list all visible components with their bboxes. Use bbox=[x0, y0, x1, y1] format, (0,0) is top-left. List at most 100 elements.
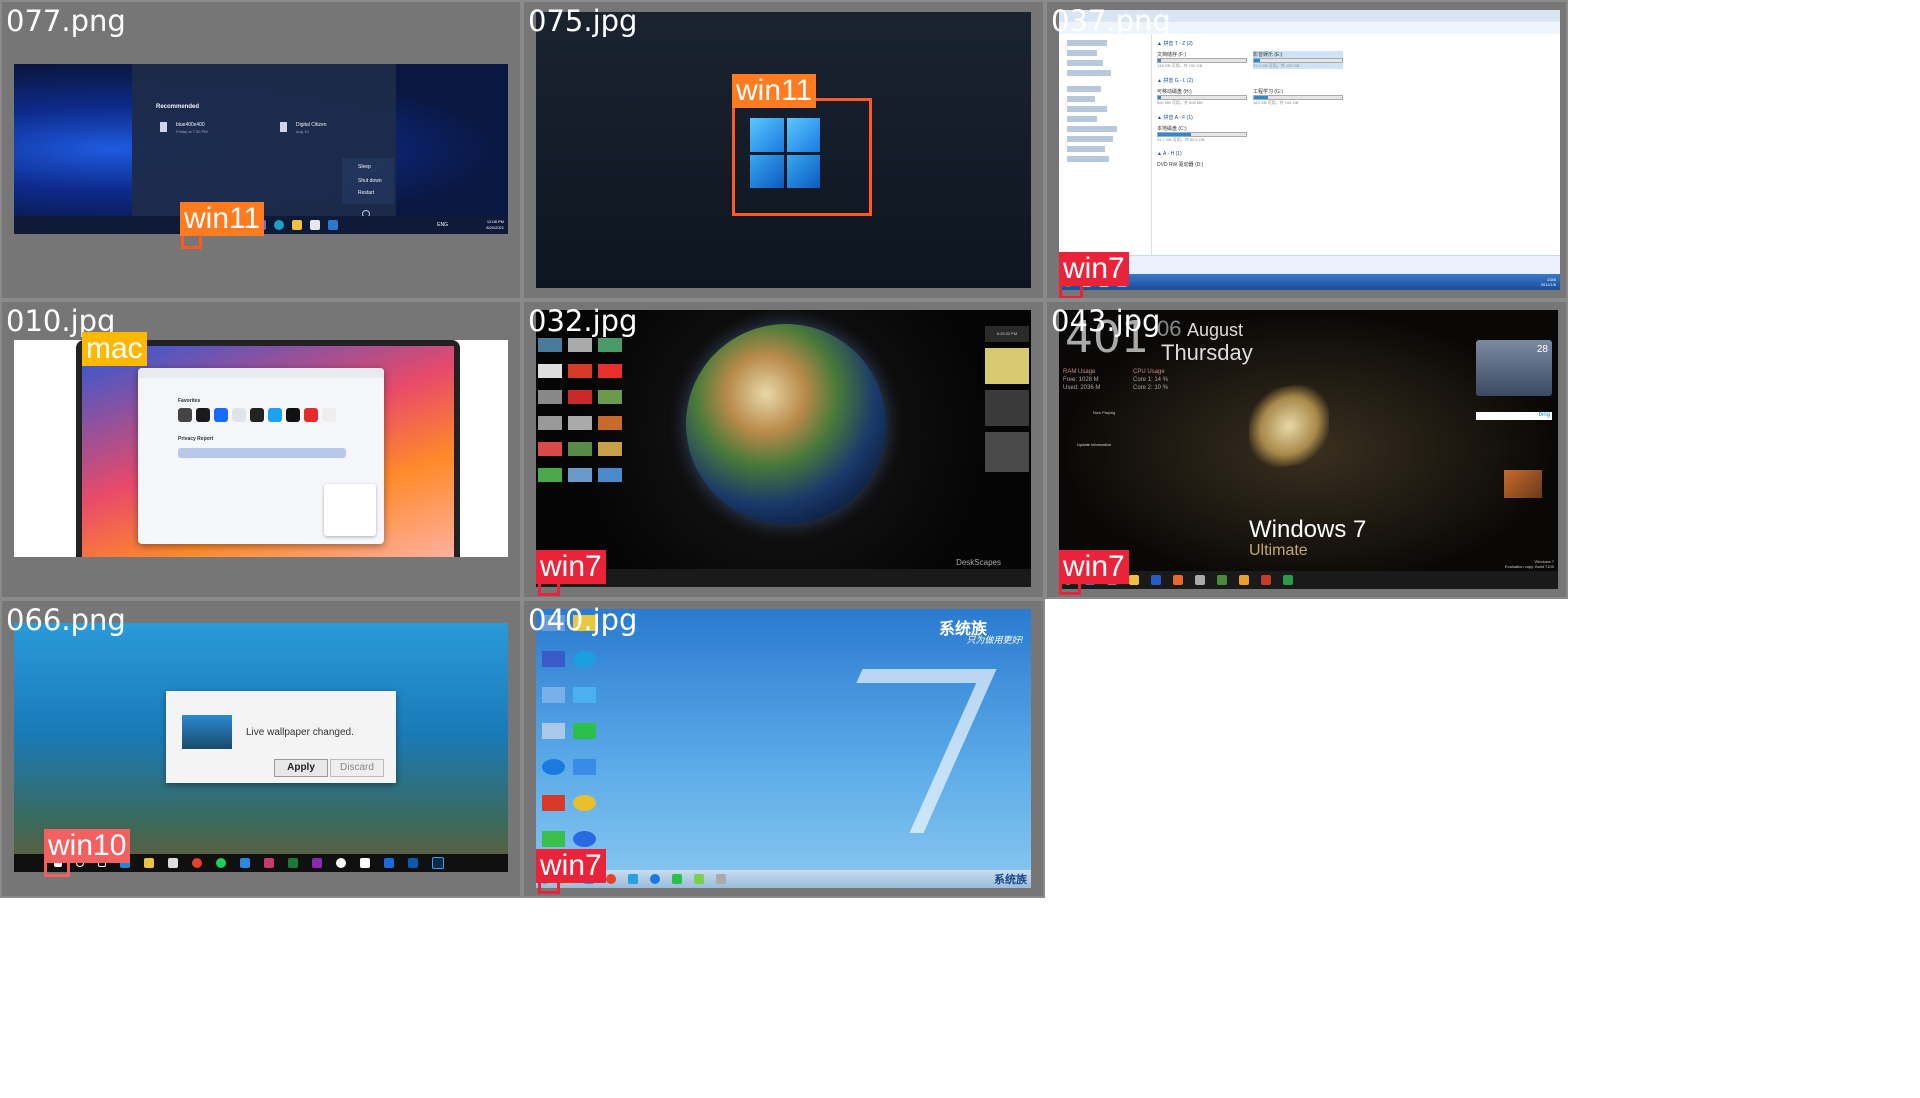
store-icon[interactable] bbox=[310, 220, 320, 230]
edge-icon[interactable] bbox=[274, 220, 284, 230]
desktop-icon[interactable] bbox=[568, 416, 592, 430]
drive-item[interactable]: DVD RW 驱动器 (D:) bbox=[1157, 161, 1247, 168]
screenshot-win7-explorer: ▲ 拼音 T - Z (2) 文档储存 (F:) 146 GB 可用，共 150 … bbox=[1059, 10, 1560, 290]
desktop-icon[interactable] bbox=[598, 364, 622, 378]
desktop-icon[interactable] bbox=[573, 831, 596, 847]
desktop-icon[interactable] bbox=[542, 651, 565, 667]
desktop-icon[interactable] bbox=[573, 687, 596, 703]
app-icon[interactable] bbox=[384, 858, 394, 868]
desktop-icon[interactable] bbox=[573, 651, 596, 667]
chrome-icon[interactable] bbox=[192, 858, 202, 868]
shutdown-option[interactable]: Shut down bbox=[358, 178, 382, 184]
drive-item[interactable]: 本地磁盘 (C:) 31.7 GB 可用，共 50.0 GB bbox=[1157, 125, 1247, 143]
desktop-icon[interactable] bbox=[542, 795, 565, 811]
screenshot-win7-ultimate: 401 06 August Thursday RAM Usage Free: 1… bbox=[1059, 310, 1558, 589]
earth-globe bbox=[686, 324, 886, 524]
desktop-icon[interactable] bbox=[568, 364, 592, 378]
fav-icon[interactable] bbox=[322, 408, 336, 422]
desktop-icon[interactable] bbox=[568, 442, 592, 456]
sleep-option[interactable]: Sleep bbox=[358, 164, 371, 170]
desktop-icon[interactable] bbox=[568, 468, 592, 482]
discard-button[interactable]: Discard bbox=[330, 759, 384, 777]
recommended-item-1[interactable]: blue400x400 Friday at 7:30 PM bbox=[160, 122, 208, 140]
spotify-icon[interactable] bbox=[216, 858, 226, 868]
twitter-icon[interactable] bbox=[268, 408, 282, 422]
app-icon[interactable] bbox=[628, 874, 638, 884]
fav-icon[interactable] bbox=[196, 408, 210, 422]
app-icon[interactable] bbox=[1283, 575, 1293, 585]
app-icon[interactable] bbox=[240, 858, 250, 868]
desktop-icon[interactable] bbox=[598, 416, 622, 430]
app-icon[interactable] bbox=[716, 874, 726, 884]
app-icon[interactable] bbox=[1239, 575, 1249, 585]
apply-button[interactable]: Apply bbox=[274, 759, 328, 777]
tray-clock[interactable]: 2345 2011/1/6 bbox=[1541, 277, 1556, 287]
photoshop-icon[interactable] bbox=[432, 857, 444, 869]
desktop-icon[interactable] bbox=[542, 831, 565, 847]
app-icon[interactable] bbox=[1217, 575, 1227, 585]
drive-item[interactable]: 工程学习 (G:) 163 GB 可用，共 194 GB bbox=[1253, 88, 1343, 106]
store-icon[interactable] bbox=[168, 858, 178, 868]
fav-icon[interactable] bbox=[304, 408, 318, 422]
app-icon[interactable] bbox=[1151, 575, 1161, 585]
desktop-icons bbox=[538, 338, 622, 482]
bing-logo: bing bbox=[1538, 412, 1550, 418]
drive-item[interactable]: 影音娱乐 (E:) 93.3 GB 可用，共 100 GB bbox=[1253, 51, 1343, 69]
ie-icon[interactable] bbox=[650, 874, 660, 884]
app-icon[interactable] bbox=[694, 874, 704, 884]
outlook-icon[interactable] bbox=[408, 858, 418, 868]
drive-size: 146 GB 可用，共 150 GB bbox=[1157, 63, 1203, 68]
desktop-icon[interactable] bbox=[598, 338, 622, 352]
app-icon[interactable] bbox=[1195, 575, 1205, 585]
desktop-icon[interactable] bbox=[538, 390, 562, 404]
app-icon[interactable] bbox=[606, 874, 616, 884]
safari-toolbar bbox=[138, 368, 384, 378]
desktop-icon[interactable] bbox=[542, 687, 565, 703]
apple-icon[interactable] bbox=[178, 408, 192, 422]
mail-icon[interactable] bbox=[360, 858, 370, 868]
desktop-icon[interactable] bbox=[538, 468, 562, 482]
app-icon[interactable] bbox=[1173, 575, 1183, 585]
fav-icon[interactable] bbox=[232, 408, 246, 422]
app-icon[interactable] bbox=[264, 858, 274, 868]
desktop-icon[interactable] bbox=[538, 416, 562, 430]
desktop-icon[interactable] bbox=[568, 390, 592, 404]
cell-043: 043.jpg 401 06 August Thursday RAM Usage… bbox=[1045, 300, 1568, 599]
tray-lang[interactable]: ENG bbox=[437, 222, 448, 228]
desktop-icon[interactable] bbox=[598, 442, 622, 456]
desktop-icon[interactable] bbox=[568, 338, 592, 352]
file-explorer-icon[interactable] bbox=[292, 220, 302, 230]
ie-icon[interactable] bbox=[542, 759, 565, 775]
desktop-icon[interactable] bbox=[573, 723, 596, 739]
desktop-icon[interactable] bbox=[538, 338, 562, 352]
desktop-icon[interactable] bbox=[538, 442, 562, 456]
app-icon[interactable] bbox=[1261, 575, 1271, 585]
onenote-icon[interactable] bbox=[312, 858, 322, 868]
item-name: Digital Citizen bbox=[296, 122, 327, 128]
recycle-bin-icon[interactable] bbox=[542, 723, 565, 739]
chrome-icon[interactable] bbox=[573, 795, 596, 811]
update-info[interactable]: Update Information bbox=[1077, 442, 1111, 447]
cpu-gadget bbox=[985, 390, 1029, 426]
nav-pane bbox=[1059, 34, 1152, 256]
file-explorer-icon[interactable] bbox=[144, 858, 154, 868]
desktop-icon[interactable] bbox=[538, 364, 562, 378]
fav-icon[interactable] bbox=[250, 408, 264, 422]
xbox-icon[interactable] bbox=[336, 858, 346, 868]
restart-option[interactable]: Restart bbox=[358, 190, 374, 196]
behance-icon[interactable] bbox=[214, 408, 228, 422]
excel-icon[interactable] bbox=[288, 858, 298, 868]
fav-icon[interactable] bbox=[286, 408, 300, 422]
tray-clock[interactable]: 12:08 PM 8/20/2021 bbox=[486, 219, 504, 231]
drive-item[interactable]: 可移动磁盘 (H:) 592 MB 可用，共 608 MB bbox=[1157, 88, 1247, 106]
desktop-icon[interactable] bbox=[598, 468, 622, 482]
item-sub: Aug 10 bbox=[296, 129, 309, 134]
file-explorer-icon[interactable] bbox=[1129, 575, 1139, 585]
desktop-icon[interactable] bbox=[573, 759, 596, 775]
bing-search[interactable]: bing bbox=[1476, 412, 1552, 420]
drive-item[interactable]: 文档储存 (F:) 146 GB 可用，共 150 GB bbox=[1157, 51, 1247, 69]
desktop-icon[interactable] bbox=[598, 390, 622, 404]
mail-icon[interactable] bbox=[328, 220, 338, 230]
app-icon[interactable] bbox=[672, 874, 682, 884]
recommended-item-2[interactable]: Digital Citizen Aug 10 bbox=[280, 122, 327, 140]
